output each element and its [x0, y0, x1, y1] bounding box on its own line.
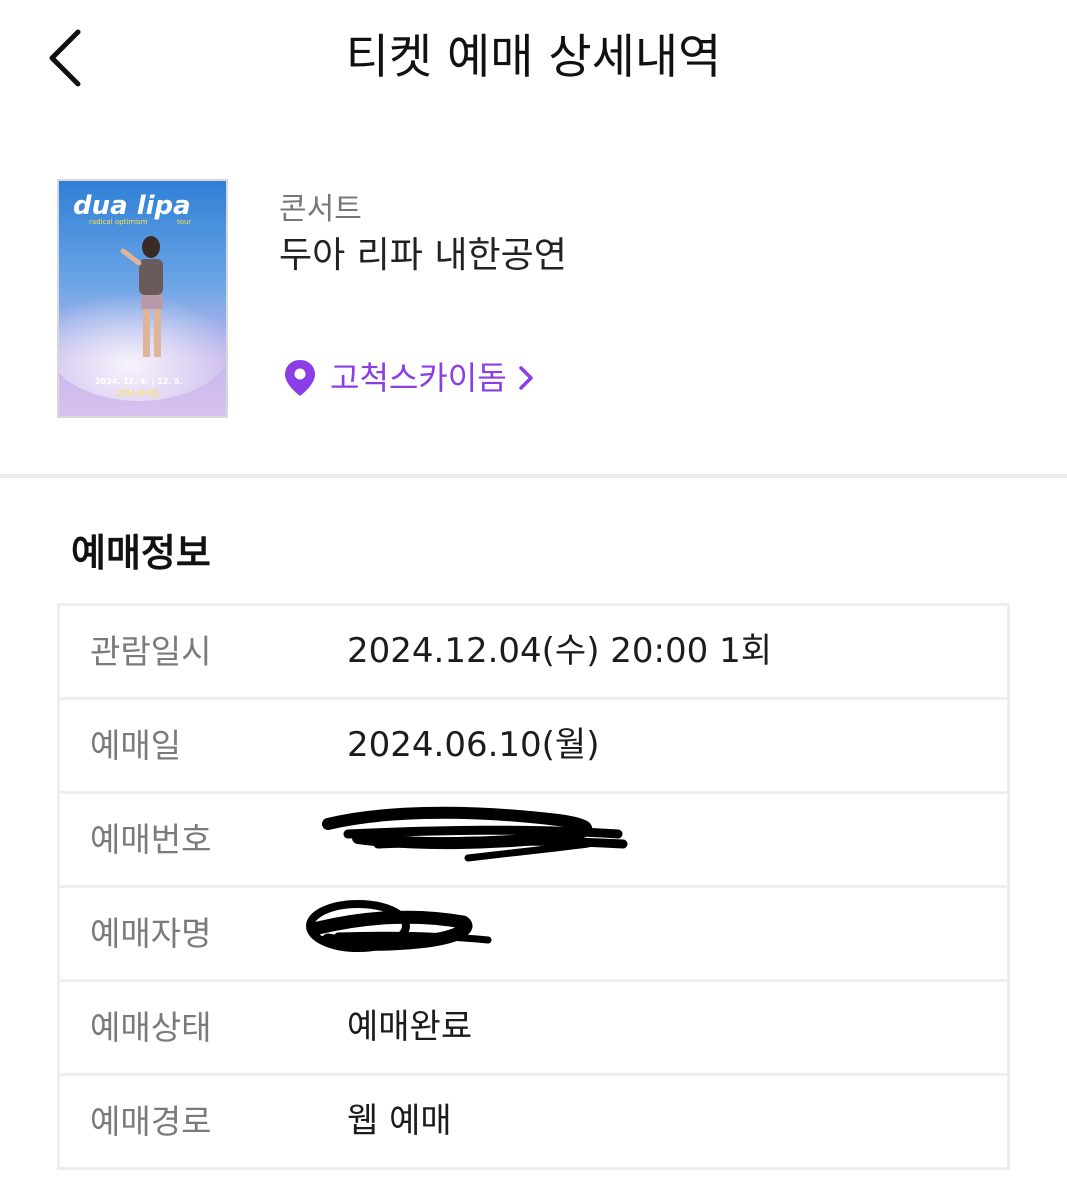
page-title: 티켓 예매 상세내역: [345, 30, 722, 85]
location-pin-icon: [285, 360, 315, 396]
booking-info-table: 관람일시 2024.12.04(수) 20:00 1회 예매일 2024.06.…: [57, 603, 1010, 1170]
section-divider: [0, 474, 1067, 478]
row-label: 예매경로: [90, 1102, 212, 1141]
row-value: 2024.12.04(수) 20:00 1회: [347, 631, 772, 671]
row-value: 웹 예매: [347, 1101, 452, 1141]
venue-link[interactable]: 고척스카이돔: [282, 356, 537, 400]
event-category: 콘서트: [279, 192, 362, 227]
row-booking-channel: 예매경로 웹 예매: [60, 1076, 1007, 1170]
poster-image: dua lipa radical optimism tour 2024. 12.…: [59, 181, 226, 416]
row-booking-date: 예매일 2024.06.10(월): [60, 700, 1007, 794]
row-booking-number: 예매번호: [60, 794, 1007, 888]
event-summary: dua lipa radical optimism tour 2024. 12.…: [0, 120, 1067, 476]
header-bar: 티켓 예매 상세내역: [0, 0, 1067, 120]
redaction-scribble: [306, 900, 492, 952]
row-label: 관람일시: [90, 632, 212, 671]
row-label: 예매번호: [90, 820, 212, 859]
redaction-scribble: [322, 806, 628, 862]
row-viewing-datetime: 관람일시 2024.12.04(수) 20:00 1회: [60, 606, 1007, 700]
poster-venue: 고척스카이돔: [115, 388, 159, 398]
event-poster[interactable]: dua lipa radical optimism tour 2024. 12.…: [57, 179, 228, 418]
row-booking-status: 예매상태 예매완료: [60, 982, 1007, 1076]
venue-name: 고척스카이돔: [330, 359, 507, 397]
row-booker-name: 예매자명: [60, 888, 1007, 982]
booking-info-title: 예매정보: [71, 531, 211, 575]
row-label: 예매일: [90, 726, 182, 765]
row-value: 2024.06.10(월): [347, 725, 600, 765]
poster-dates: 2024. 12. 4. | 12. 5.: [95, 377, 183, 386]
row-label: 예매상태: [90, 1008, 212, 1047]
event-name: 두아 리파 내한공연: [279, 235, 567, 276]
row-value: 예매완료: [347, 1007, 473, 1047]
row-label: 예매자명: [90, 914, 212, 953]
poster-title: dua lipa: [73, 191, 191, 221]
poster-tour: tour: [177, 218, 191, 226]
chevron-right-icon: [518, 366, 533, 390]
poster-subtitle: radical optimism: [89, 218, 148, 226]
